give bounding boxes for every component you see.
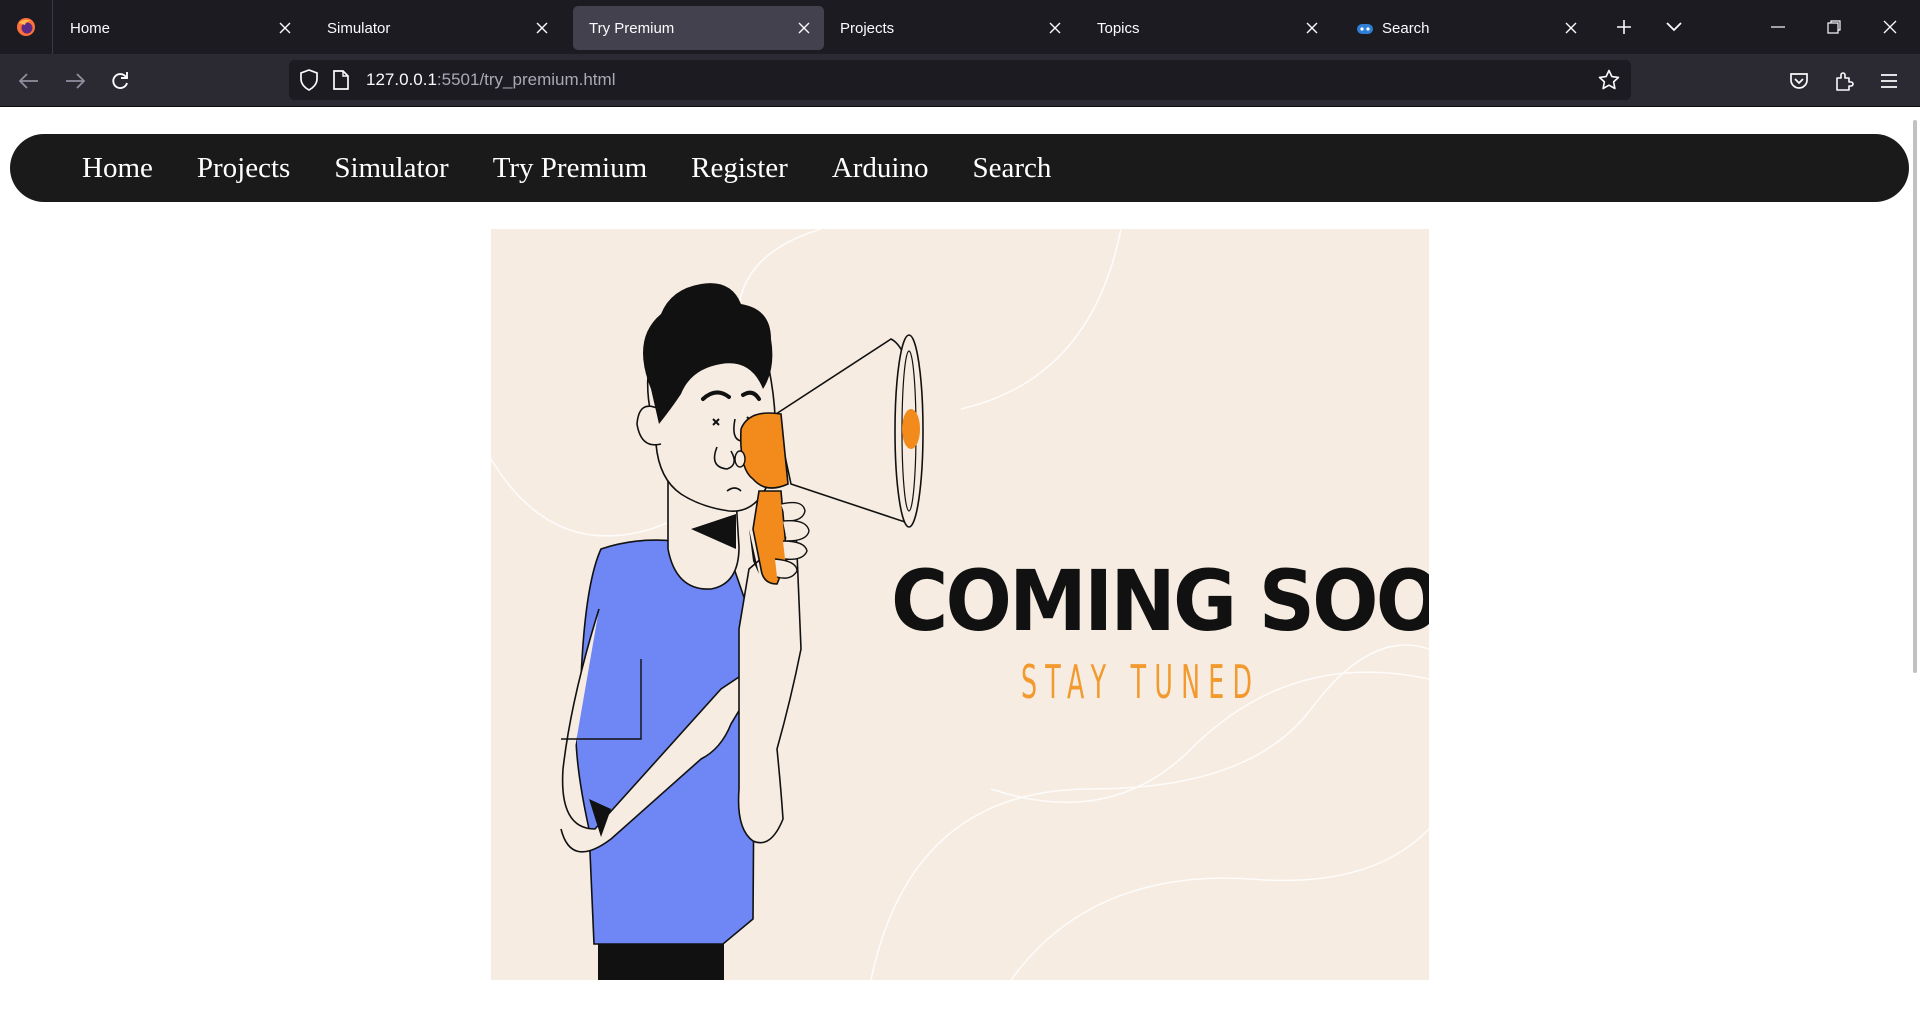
close-icon[interactable] [1300,16,1324,40]
url-text[interactable]: 127.0.0.1:5501/try_premium.html [366,70,615,90]
tab-simulator[interactable]: Simulator [311,6,562,50]
robot-favicon-icon [1356,21,1374,35]
browser-toolbar: 127.0.0.1:5501/try_premium.html [0,54,1920,107]
back-arrow-icon[interactable] [14,66,44,96]
nav-link-search[interactable]: Search [972,152,1051,185]
new-tab-icon[interactable] [1609,12,1639,42]
coming-soon-banner: COMING SOON STAY TUNED [491,229,1429,980]
page-icon[interactable] [333,70,349,95]
url-host: 127.0.0.1 [366,70,437,89]
close-icon[interactable] [530,16,554,40]
nav-link-home[interactable]: Home [82,152,153,185]
nav-link-arduino[interactable]: Arduino [832,152,929,185]
url-bar[interactable]: 127.0.0.1:5501/try_premium.html [289,60,1631,100]
extensions-puzzle-icon[interactable] [1829,66,1859,96]
reload-icon[interactable] [105,66,135,96]
tab-title: Search [1382,19,1430,37]
firefox-menu-icon[interactable] [0,0,53,54]
coming-soon-heading: COMING SOON [891,552,1429,650]
close-icon[interactable] [1559,16,1583,40]
tab-try-premium[interactable]: Try Premium [573,6,824,50]
tab-projects[interactable]: Projects [824,6,1075,50]
list-tabs-chevron-down-icon[interactable] [1659,12,1689,42]
nav-link-simulator[interactable]: Simulator [334,152,448,185]
tab-home[interactable]: Home [54,6,305,50]
pocket-icon[interactable] [1784,66,1814,96]
browser-tab-bar: Home Simulator Try Premium Projects Topi… [0,0,1920,54]
page-scrollbar[interactable] [1913,120,1917,673]
close-icon[interactable] [792,16,816,40]
tab-title: Try Premium [589,19,675,37]
url-path: :5501/try_premium.html [436,70,616,89]
shield-icon[interactable] [299,69,319,96]
tab-title: Projects [840,19,895,37]
tab-title: Topics [1097,19,1140,37]
close-icon[interactable] [273,16,297,40]
minimize-icon[interactable] [1756,8,1800,46]
tab-topics[interactable]: Topics [1081,6,1332,50]
tab-title: Home [70,19,111,37]
stay-tuned-subheading: STAY TUNED [1021,655,1261,709]
close-icon[interactable] [1043,16,1067,40]
nav-link-register[interactable]: Register [691,152,788,185]
hamburger-menu-icon[interactable] [1874,66,1904,96]
bookmark-star-icon[interactable] [1598,69,1620,96]
tab-title: Simulator [327,19,391,37]
restore-icon[interactable] [1812,8,1856,46]
forward-arrow-icon[interactable] [60,66,90,96]
nav-link-projects[interactable]: Projects [197,152,290,185]
window-close-icon[interactable] [1868,8,1912,46]
tab-search[interactable]: Search [1340,6,1591,50]
site-navigation: Home Projects Simulator Try Premium Regi… [10,134,1909,202]
nav-link-try-premium[interactable]: Try Premium [493,152,647,185]
